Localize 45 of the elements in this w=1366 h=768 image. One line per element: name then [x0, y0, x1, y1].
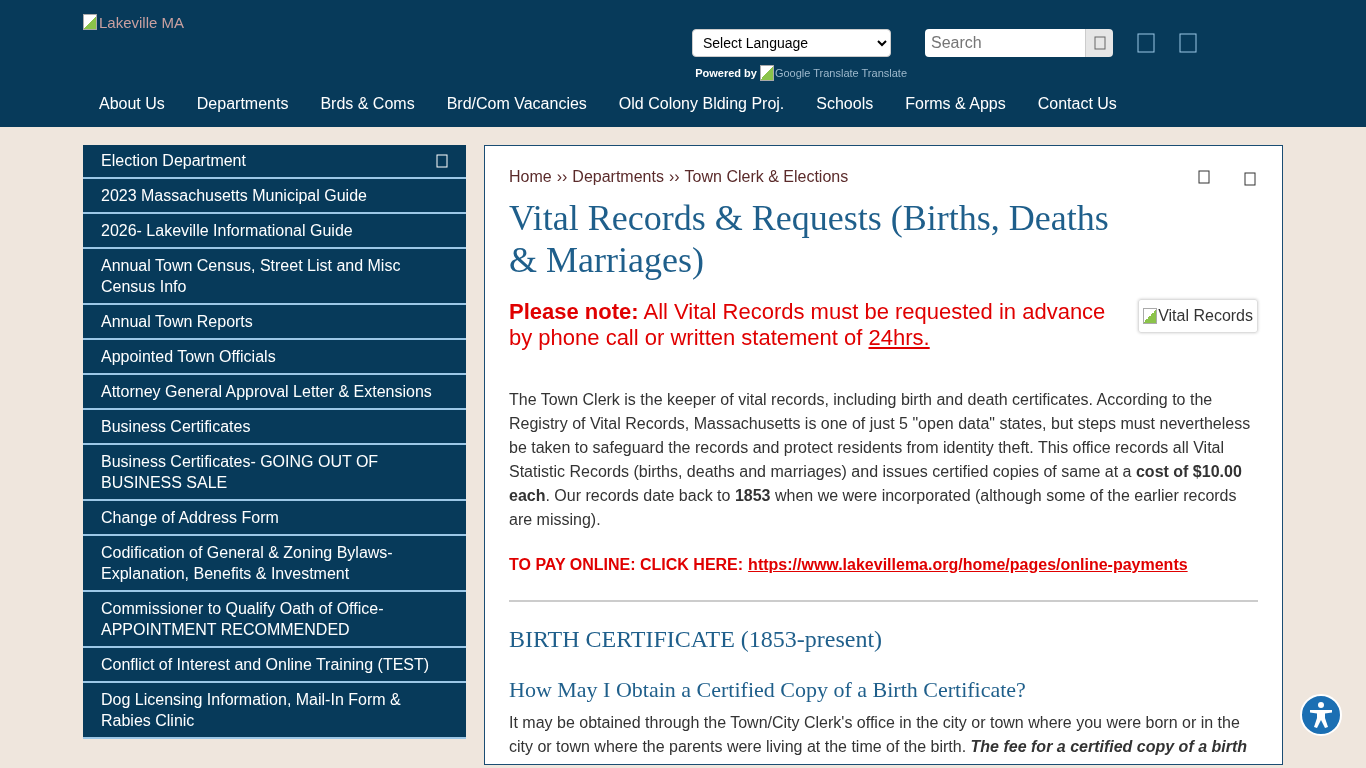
sidebar-link[interactable]: Change of Address Form	[83, 501, 466, 536]
breadcrumb-link[interactable]: Home	[509, 168, 552, 189]
sidebar-link[interactable]: Business Certificates- GOING OUT OF BUSINESS SALE	[83, 445, 466, 501]
search-field[interactable]: Search	[925, 29, 1085, 57]
collapse-icon	[436, 153, 448, 168]
notice-text: Please note: All Vital Records must be requested in advance by phone call or written statement of 24hrs.	[509, 299, 1107, 351]
sidebar-link[interactable]: 2023 Massachusetts Municipal Guide	[83, 179, 466, 214]
sidebar-link[interactable]: Commissioner to Qualify Oath of Office- APPOINTMENT RECOMMENDED	[83, 592, 466, 648]
translate-logo-image: Google Translate Translate	[759, 65, 907, 81]
sidebar-link[interactable]: Annual Town Reports	[83, 305, 466, 340]
language-select[interactable]: Select Language	[692, 29, 891, 57]
breadcrumb-separator: ››	[556, 168, 568, 187]
notice-link[interactable]: 24hrs.	[868, 325, 930, 350]
search-button[interactable]	[1085, 29, 1113, 57]
sidebar-link[interactable]: Dog Licensing Information, Mail-In Form & Rabies Clinic	[83, 683, 466, 739]
powered-by-text: Powered by	[695, 67, 757, 79]
sidebar-link[interactable]: Codification of General & Zoning Bylaws- Explanation, Benefits & Investment	[83, 536, 466, 592]
nav-link[interactable]: Old Colony Blding Proj.	[602, 86, 801, 125]
sidebar-link[interactable]: Annual Town Census, Street List and Misc Census Info	[83, 249, 466, 305]
sidebar-link[interactable]: Business Certificates	[83, 410, 466, 445]
breadcrumb-link[interactable]: Departments	[572, 168, 664, 189]
nav-link[interactable]: Contact Us	[1021, 86, 1133, 125]
vital-records-image: Vital Records	[1138, 299, 1258, 333]
page-title: Vital Records & Requests (Births, Deaths & Marriages)	[509, 197, 1110, 281]
accessibility-icon[interactable]	[1300, 694, 1342, 736]
sidebar-link[interactable]: Conflict of Interest and Online Training (TEST)	[83, 648, 466, 683]
sidebar-link[interactable]: Appointed Town Officials	[83, 340, 466, 375]
pay-online-label: TO PAY ONLINE: CLICK HERE:	[509, 556, 744, 574]
nav-link[interactable]: Departments	[180, 86, 305, 125]
intro-paragraph: The Town Clerk is the keeper of vital records, including birth and death certificates. According to the Registry of Vital Records, Massachusetts is one of just 5 "open data" states, but steps must nevertheless be taken to safeguard the records and protect residents from identity theft. This office records all Vital Statistic Records (births, deaths and marriages) and issues certified copies of same at a cost of $10.00 each. Our records date back to 1853 when we were incorporated (although some of the earlier records are missing).	[509, 390, 1252, 530]
question-heading: How May I Obtain a Certified Copy of a Birth Certificate?	[509, 677, 1027, 703]
sidebar-link[interactable]: 2026- Lakeville Informational Guide	[83, 214, 466, 249]
nav-link[interactable]: Brd/Com Vacancies	[430, 86, 603, 125]
nav-link[interactable]: Brds & Coms	[304, 86, 431, 125]
sidebar-link[interactable]: Attorney General Approval Letter & Extensions	[83, 375, 466, 410]
answer-paragraph: It may be obtained through the Town/City Clerk's office in the city or town where you were born or in the city or town where the parents were living at the time of the birth. The fee for a certified copy of a birth	[509, 713, 1249, 757]
sidebar-heading[interactable]: Election Department	[83, 145, 466, 179]
logo-image[interactable]: Lakeville MA	[83, 13, 185, 31]
payment-link[interactable]: https://www.lakevillema.org/home/pages/online-payments	[748, 556, 1188, 574]
nav-link[interactable]: Forms & Apps	[889, 86, 1022, 125]
nav-link[interactable]: Schools	[800, 86, 890, 125]
nav-link[interactable]: About Us	[83, 86, 181, 125]
section-heading: BIRTH CERTIFICATE (1853-present)	[509, 626, 884, 653]
breadcrumb-link[interactable]: Town Clerk & Elections	[684, 168, 849, 189]
breadcrumb-separator: ››	[668, 168, 680, 187]
